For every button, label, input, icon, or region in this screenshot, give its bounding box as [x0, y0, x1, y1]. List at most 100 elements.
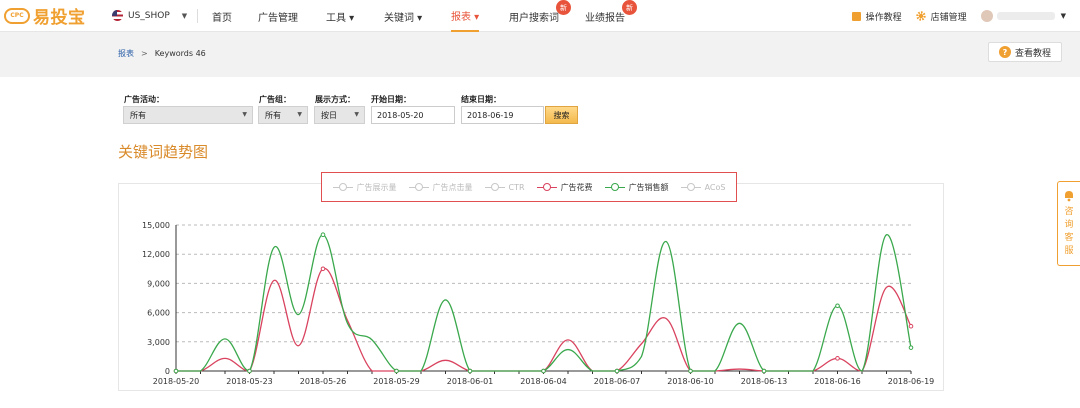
legend-marker-icon	[484, 183, 505, 191]
user-name-blurred	[996, 12, 1055, 20]
menu-item-label: 工具 ▾	[326, 12, 355, 24]
menu-item-label: 广告管理	[258, 12, 298, 24]
end-date-label: 结束日期：	[461, 95, 501, 104]
legend-label: 广告花费	[560, 182, 593, 192]
legend-marker-icon	[680, 183, 701, 191]
tutorial-link[interactable]: 操作教程	[851, 10, 902, 23]
legend-marker-icon	[408, 183, 429, 191]
user-menu[interactable]: ▼	[980, 10, 1080, 22]
gear-icon	[915, 11, 926, 21]
breadcrumb-root[interactable]: 报表	[118, 49, 134, 58]
campaign-select[interactable]: 所有 ▼	[123, 106, 253, 124]
breadcrumb-current: Keywords 46	[154, 49, 206, 58]
x-tick-label: 2018-06-16	[814, 377, 861, 386]
series-point-1	[247, 368, 252, 374]
breadcrumb-separator: >	[141, 49, 148, 58]
series-line-1	[175, 234, 912, 372]
breadcrumb: 报表 > Keywords 46	[118, 48, 206, 59]
book-icon	[851, 11, 861, 21]
menu-item-2[interactable]: 工具 ▾	[326, 0, 354, 32]
main-menu: 首页 广告管理 工具 ▾ 关键词 ▾ 报表 ▾ 用户搜索词新业绩报告新	[0, 0, 700, 32]
view-tutorial-button[interactable]: ? 查看教程	[988, 42, 1062, 62]
menu-item-label: 首页	[212, 12, 232, 24]
x-tick-label: 2018-06-10	[667, 377, 714, 386]
series-point-1	[908, 345, 914, 350]
adgroup-label: 广告组：	[259, 95, 291, 104]
x-tick-label: 2018-05-20	[153, 377, 200, 386]
view-tutorial-label: 查看教程	[1014, 48, 1051, 59]
legend-item-3[interactable]: 广告花费	[536, 182, 593, 193]
chart-panel: 0 3,000 6,000 9,000 12,000 15,000 2018-05-20 20…	[118, 183, 944, 391]
series-point-0	[835, 356, 840, 361]
legend-label: 广告展示量	[356, 182, 397, 192]
legend-item-2[interactable]: CTR	[484, 183, 525, 192]
x-tick-label: 2018-05-29	[373, 377, 420, 386]
menu-item-1[interactable]: 广告管理	[258, 0, 298, 32]
campaign-select-value: 所有	[130, 110, 146, 120]
adgroup-select-value: 所有	[265, 110, 281, 120]
chevron-down-icon: ▼	[242, 111, 247, 118]
x-tick-label: 2018-06-04	[520, 377, 567, 386]
store-management-link[interactable]: 店铺管理	[915, 10, 967, 23]
legend-label: ACoS	[704, 182, 726, 192]
series-point-1	[688, 368, 693, 374]
series-point-1	[835, 303, 840, 309]
display-mode-select[interactable]: 按日 ▼	[314, 106, 365, 124]
chat-icon	[1065, 191, 1073, 202]
tutorial-link-label: 操作教程	[865, 12, 902, 23]
end-date-input[interactable]: 2018-06-19	[461, 106, 544, 124]
menu-item-label: 业绩报告	[585, 12, 625, 24]
menu-item-6[interactable]: 业绩报告新	[585, 0, 637, 32]
series-point-1	[761, 368, 767, 374]
store-management-label: 店铺管理	[930, 12, 967, 23]
new-badge: 新	[622, 0, 637, 15]
right-nav: 操作教程 店铺管理 ▼	[838, 0, 1080, 32]
section-title: 关键词趋势图	[118, 143, 209, 161]
series-point-1	[614, 368, 620, 374]
x-tick-label: 2018-06-13	[741, 377, 788, 386]
menu-item-label: 关键词 ▾	[384, 12, 423, 24]
y-tick-label: 6,000	[147, 309, 170, 318]
customer-service-float[interactable]: 咨询客服	[1057, 181, 1080, 266]
legend-item-4[interactable]: 广告销售额	[604, 182, 669, 193]
customer-service-label: 咨询客服	[1064, 207, 1074, 256]
y-tick-label: 0	[165, 367, 170, 376]
display-mode-label: 展示方式：	[315, 95, 355, 104]
chevron-down-icon: ▼	[1060, 12, 1066, 20]
menu-item-5[interactable]: 用户搜索词新	[509, 0, 571, 32]
y-tick-label: 15,000	[142, 221, 170, 230]
menu-item-label: 用户搜索词	[509, 12, 559, 24]
series-point-1	[320, 232, 326, 238]
y-tick-label: 12,000	[142, 250, 170, 259]
legend-marker-icon	[536, 183, 557, 191]
menu-item-0[interactable]: 首页	[212, 0, 232, 32]
legend-marker-icon	[604, 183, 625, 191]
chart-legend: 广告展示量 广告点击量 CTR 广告花费 广告销售额 ACoS	[321, 172, 737, 202]
menu-item-4[interactable]: 报表 ▾	[451, 0, 480, 32]
new-badge: 新	[556, 0, 571, 15]
avatar	[980, 10, 993, 22]
display-mode-value: 按日	[321, 110, 337, 120]
series-point-0	[320, 266, 326, 272]
start-date-input[interactable]: 2018-05-20	[371, 106, 455, 124]
legend-item-0[interactable]: 广告展示量	[332, 182, 397, 193]
legend-marker-icon	[332, 183, 353, 191]
legend-label: 广告销售额	[628, 182, 669, 192]
legend-item-1[interactable]: 广告点击量	[408, 182, 473, 193]
top-navbar: CPC 易投宝 US_SHOP ▼ 首页 广告管理 工具 ▾ 关键词 ▾ 报表 ▾ 用户搜…	[0, 0, 1080, 32]
x-tick-label: 2018-05-23	[226, 377, 273, 386]
chevron-down-icon: ▼	[354, 111, 359, 118]
x-tick-label: 2018-05-26	[300, 377, 347, 386]
adgroup-select[interactable]: 所有 ▼	[258, 106, 308, 124]
series-point-0	[908, 323, 914, 329]
search-button[interactable]: 搜索	[545, 106, 578, 124]
series-point-1	[394, 368, 399, 374]
start-date-label: 开始日期：	[371, 95, 411, 104]
chevron-down-icon: ▼	[297, 111, 302, 118]
x-tick-label: 2018-06-01	[447, 377, 494, 386]
series-point-1	[467, 368, 473, 374]
y-tick-label: 9,000	[147, 279, 170, 288]
keyword-trend-chart: 0 3,000 6,000 9,000 12,000 15,000 2018-05-20 20…	[142, 221, 934, 386]
menu-item-3[interactable]: 关键词 ▾	[384, 0, 422, 32]
legend-item-5[interactable]: ACoS	[680, 182, 726, 192]
